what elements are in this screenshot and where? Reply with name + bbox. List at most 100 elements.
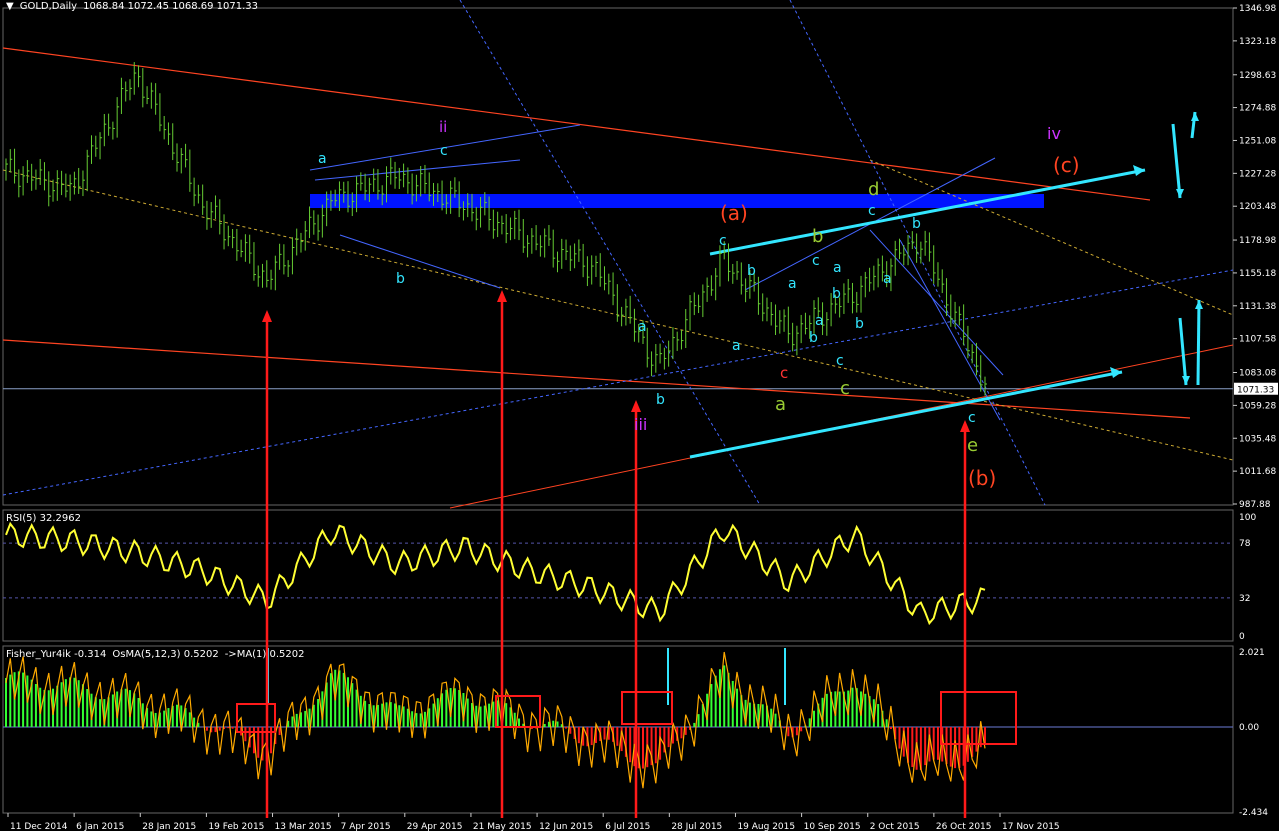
price-tick-label: 1059.28: [1239, 401, 1276, 411]
wave-label: b: [656, 392, 665, 408]
wave-label: e: [967, 435, 978, 456]
date-tick-label: 28 Jan 2015: [142, 822, 196, 831]
cyan-trend-arrow: [689, 370, 1123, 459]
date-tick-label: 19 Aug 2015: [737, 822, 795, 831]
trendline-dashed: [2, 269, 1234, 496]
cyan-arrowhead: [1182, 376, 1190, 385]
wave-label: c: [836, 353, 844, 369]
wave-label: a: [318, 151, 327, 167]
wave-label: b: [912, 216, 921, 232]
signal-box: [940, 691, 1017, 745]
price-tick-label: 1346.98: [1239, 4, 1276, 14]
channel-line: [339, 234, 501, 289]
date-tick-label: 17 Nov 2015: [1002, 822, 1060, 831]
osc-tick-label: -2.434: [1239, 808, 1268, 818]
header-ohlc: 1068.84 1072.45 1068.69 1071.33: [83, 1, 259, 12]
red-arrowhead: [262, 310, 272, 322]
rsi-label: RSI(5) 32.2962: [6, 513, 81, 524]
rsi-line: [5, 521, 986, 626]
cyan-vertical-arrow: [1196, 299, 1201, 386]
cyan-arrowhead: [1133, 165, 1145, 176]
header-symbol-icon: ▼: [6, 1, 14, 12]
wave-label: a: [815, 313, 824, 329]
price-header: ▼ GOLD,Daily 1068.84 1072.45 1068.69 1071.…: [6, 1, 264, 12]
price-tick-label: 1035.48: [1239, 434, 1276, 444]
wave-label: b: [812, 226, 823, 247]
wave-label: d: [868, 179, 879, 200]
wave-label: ii: [439, 118, 447, 136]
rsi-tick-label: 78: [1239, 539, 1251, 549]
date-tick-label: 2 Oct 2015: [870, 822, 920, 831]
channel-line: [314, 159, 521, 181]
date-tick-label: 26 Oct 2015: [936, 822, 992, 831]
wave-label: a: [883, 271, 892, 287]
channel-line: [869, 229, 1004, 376]
wave-label: b: [832, 286, 841, 302]
wave-label: b: [809, 330, 818, 346]
date-tick-label: 12 Jun 2015: [539, 822, 593, 831]
current-price-label: 1071.33: [1237, 386, 1274, 396]
date-tick-label: 13 Mar 2015: [275, 822, 332, 831]
wave-label: b: [855, 316, 864, 332]
price-tick-label: 1298.63: [1239, 71, 1276, 81]
date-tick-label: 10 Sep 2015: [804, 822, 861, 831]
price-tick-label: 1178.98: [1239, 236, 1276, 246]
rsi-tick-label: 100: [1239, 513, 1256, 523]
wave-label: c: [440, 143, 448, 159]
trendline: [2, 339, 1191, 419]
red-arrowhead: [497, 290, 507, 302]
wave-label: (b): [968, 466, 996, 490]
resistance-zone: [310, 194, 1044, 208]
ma-label: ->MA(1) 0.5202: [224, 649, 305, 660]
price-tick-label: 1107.58: [1239, 335, 1276, 345]
wave-label: c: [840, 378, 850, 399]
fisher-label: Fisher_Yur4ik -0.314: [6, 649, 107, 660]
chart-canvas[interactable]: 1346.98 1323.18 1298.63 1274.88 1251.08 1227.…: [0, 0, 1279, 831]
price-tick-label: 987.88: [1239, 500, 1271, 510]
cyan-arrowhead: [1191, 112, 1199, 121]
osma-label: OsMA(5,12,3) 0.5202: [112, 649, 219, 660]
price-tick-label: 1011.68: [1239, 467, 1276, 477]
wave-label: c: [812, 253, 820, 269]
price-tick-label: 1083.08: [1239, 369, 1276, 379]
wave-label: a: [788, 276, 797, 292]
cyan-vertical-arrow: [1178, 317, 1188, 386]
wave-label: c: [868, 203, 876, 219]
osc-header: Fisher_Yur4ik -0.314 OsMA(5,12,3) 0.5202-…: [6, 649, 311, 660]
wave-label: c: [719, 233, 727, 249]
price-tick-label: 1323.18: [1239, 37, 1276, 47]
wave-label: c: [968, 410, 976, 426]
price-tick-label: 1155.18: [1239, 269, 1276, 279]
wave-label: b: [396, 271, 405, 287]
date-tick-label: 11 Dec 2014: [10, 822, 68, 831]
rsi-tick-label: 32: [1239, 594, 1250, 604]
price-tick-label: 1251.08: [1239, 136, 1276, 146]
wave-label: (c): [1053, 153, 1080, 177]
price-tick-label: 1274.88: [1239, 104, 1276, 114]
date-tick-label: 6 Jan 2015: [76, 822, 124, 831]
rsi-tick-label: 0: [1239, 632, 1245, 642]
wave-label: iv: [1047, 124, 1061, 143]
price-tick-label: 1131.38: [1239, 302, 1276, 312]
red-arrowhead: [631, 400, 641, 412]
cyan-vertical-arrow: [1171, 123, 1182, 199]
signal-box: [236, 703, 276, 733]
chart-window: 1346.98 1323.18 1298.63 1274.88 1251.08 1227.…: [0, 0, 1279, 831]
wave-label: a: [732, 338, 741, 354]
osc-tick-label: 0.00: [1239, 723, 1259, 733]
date-tick-label: 21 May 2015: [473, 822, 532, 831]
date-tick-label: 7 Apr 2015: [341, 822, 391, 831]
wave-label: b: [747, 263, 756, 279]
date-tick-label: 6 Jul 2015: [605, 822, 650, 831]
date-tick-label: 29 Apr 2015: [407, 822, 463, 831]
date-tick-label: 19 Feb 2015: [208, 822, 264, 831]
wave-label: iii: [634, 415, 647, 434]
wave-label: a: [638, 319, 647, 335]
trendline: [2, 47, 1151, 201]
trendline-dashed: [2, 169, 1234, 461]
wave-label: c: [780, 364, 788, 382]
date-tick-label: 28 Jul 2015: [671, 822, 722, 831]
osc-tick-label: 2.021: [1239, 648, 1265, 658]
rsi-header: RSI(5) 32.2962: [6, 513, 87, 524]
wave-label: a: [775, 394, 786, 415]
